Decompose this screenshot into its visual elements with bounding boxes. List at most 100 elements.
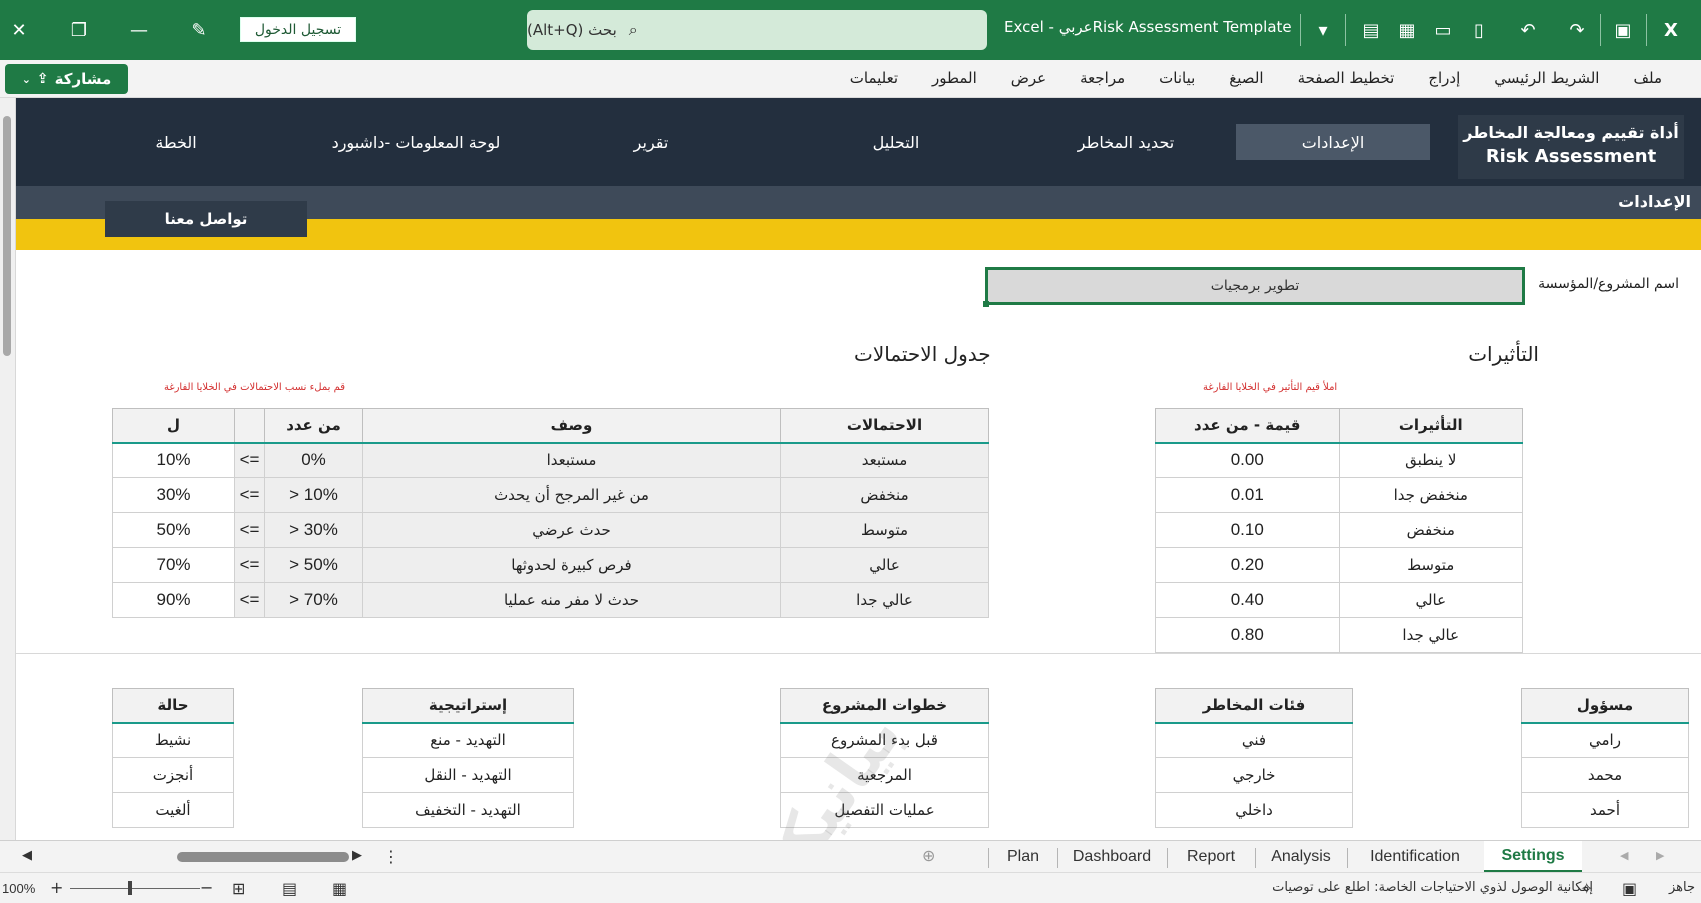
menu-item-view[interactable]: عرض [994, 69, 1063, 87]
menu-item-developer[interactable]: المطور [915, 69, 994, 87]
list-item[interactable]: ألغيت [112, 792, 234, 828]
prob-description: من غير المرجح أن يحدث [362, 477, 781, 513]
impact-level[interactable]: منخفض جدا [1338, 477, 1523, 513]
restore-icon[interactable]: ❐ [66, 17, 92, 43]
menu-item-insert[interactable]: إدراج [1411, 69, 1477, 87]
print-preview-icon[interactable]: ▤ [1358, 17, 1384, 43]
zoom-slider-knob[interactable] [128, 881, 132, 895]
list-item[interactable]: محمد [1521, 757, 1689, 793]
impact-value[interactable]: 0.20 [1155, 547, 1340, 583]
impact-value[interactable]: 0.00 [1155, 442, 1340, 478]
share-icon: ⇪ [36, 71, 49, 87]
redo-icon[interactable]: ↷ [1564, 17, 1590, 43]
open-file-icon[interactable]: ▭ [1430, 17, 1456, 43]
pen-icon[interactable]: ✎ [186, 17, 212, 43]
search-placeholder: بحث (Alt+Q) [527, 21, 617, 39]
project-name-cell[interactable]: تطوير برمجيات [983, 267, 1525, 307]
list-item[interactable]: أحمد [1521, 792, 1689, 828]
impact-level[interactable]: منخفض [1338, 512, 1523, 548]
nav-identification[interactable]: تحديد المخاطر [1026, 124, 1226, 160]
menu-item-data[interactable]: بيانات [1142, 69, 1212, 87]
list-item[interactable]: التهديد - النقل [362, 757, 574, 793]
list-item[interactable]: نشيط [112, 722, 234, 758]
impact-level[interactable]: عالي [1338, 582, 1523, 618]
table-row: التهديد - النقل [362, 757, 574, 793]
zoom-level[interactable]: 100% [2, 881, 35, 896]
table-row: محمد [1521, 757, 1689, 793]
impact-level[interactable]: متوسط [1338, 547, 1523, 583]
next-sheet-icon[interactable]: ▶ [1656, 849, 1664, 862]
strategy-list: إستراتيجية التهديد - منع التهديد - النقل… [362, 688, 574, 828]
accessibility-icon[interactable]: ✧ [1580, 879, 1593, 898]
tab-identification[interactable]: Identification [1348, 841, 1482, 873]
table-row: رامي [1521, 722, 1689, 758]
nav-plan[interactable]: الخطة [106, 124, 246, 160]
scroll-thumb[interactable] [3, 116, 11, 356]
page-break-view-icon[interactable]: ⊞ [232, 879, 245, 898]
list-item[interactable]: داخلي [1155, 792, 1353, 828]
prob-to[interactable]: 90% [112, 582, 235, 618]
prob-operator: <= [234, 477, 265, 513]
menu-item-formulas[interactable]: الصيغ [1212, 69, 1280, 87]
impact-value[interactable]: 0.10 [1155, 512, 1340, 548]
add-sheet-icon[interactable]: ⊕ [922, 846, 935, 865]
nav-analysis[interactable]: التحليل [796, 124, 996, 160]
prob-to[interactable]: 30% [112, 477, 235, 513]
nav-dashboard[interactable]: لوحة المعلومات -داشبورد [306, 124, 526, 160]
list-item[interactable]: التهديد - منع [362, 722, 574, 758]
impact-value[interactable]: 0.80 [1155, 617, 1340, 653]
prob-to[interactable]: 10% [112, 442, 235, 478]
page-layout-view-icon[interactable]: ▤ [282, 879, 297, 898]
list-item[interactable]: التهديد - التخفيف [362, 792, 574, 828]
horizontal-scroll-thumb[interactable] [177, 852, 349, 862]
accessibility-status[interactable]: إمكانية الوصول لذوي الاحتياجات الخاصة: ا… [1272, 880, 1593, 895]
list-item[interactable]: رامي [1521, 722, 1689, 758]
zoom-slider[interactable] [70, 888, 200, 889]
zoom-in-icon[interactable]: + [50, 878, 63, 897]
prev-sheet-icon[interactable]: ◀ [1620, 849, 1628, 862]
impact-level[interactable]: عالي جدا [1338, 617, 1523, 653]
tab-plan[interactable]: Plan [990, 841, 1056, 873]
scroll-left-icon[interactable]: ◀ [22, 848, 32, 863]
list-item[interactable]: فني [1155, 722, 1353, 758]
save-as-icon[interactable]: ▦ [1394, 17, 1420, 43]
prob-to[interactable]: 50% [112, 512, 235, 548]
nav-settings[interactable]: الإعدادات [1236, 124, 1430, 160]
scroll-right-icon[interactable]: ▶ [352, 848, 362, 863]
sign-in-button[interactable]: تسجيل الدخول [240, 17, 356, 42]
list-item[interactable]: أنجزت [112, 757, 234, 793]
search-input[interactable]: ⌕ بحث (Alt+Q) [527, 10, 987, 50]
macro-record-icon[interactable]: ▣ [1622, 879, 1637, 898]
impact-value[interactable]: 0.40 [1155, 582, 1340, 618]
menu-item-help[interactable]: تعليمات [833, 69, 915, 87]
vertical-scrollbar[interactable] [0, 98, 16, 840]
contact-button[interactable]: تواصل معنا [105, 201, 307, 237]
table-row: أحمد [1521, 792, 1689, 828]
menu-item-page-layout[interactable]: تخطيط الصفحة [1281, 69, 1412, 87]
menu-item-home[interactable]: الشريط الرئيسي [1477, 69, 1616, 87]
tab-analysis[interactable]: Analysis [1256, 841, 1346, 873]
dropdown-icon[interactable]: ▾ [1310, 17, 1336, 43]
list-item[interactable]: خارجي [1155, 757, 1353, 793]
nav-report[interactable]: تقرير [561, 124, 741, 160]
save-icon[interactable]: ▣ [1610, 17, 1636, 43]
prob-to[interactable]: 70% [112, 547, 235, 583]
menu-item-file[interactable]: ملف [1616, 69, 1679, 87]
more-icon[interactable]: ⋮ [383, 847, 399, 866]
close-icon[interactable]: ✕ [6, 17, 32, 43]
table-row: 0.01 منخفض جدا [1155, 477, 1523, 513]
tab-settings[interactable]: Settings [1484, 841, 1582, 873]
menu-item-review[interactable]: مراجعة [1063, 69, 1142, 87]
tab-report[interactable]: Report [1168, 841, 1254, 873]
zoom-out-icon[interactable]: − [200, 878, 213, 897]
new-file-icon[interactable]: ▯ [1466, 17, 1492, 43]
minimize-icon[interactable]: — [126, 17, 152, 43]
column-header: وصف [362, 408, 781, 444]
share-button[interactable]: مشاركة ⇪ ⌄ [5, 64, 128, 94]
normal-view-icon[interactable]: ▦ [332, 879, 347, 898]
undo-icon[interactable]: ↶ [1515, 17, 1541, 43]
impact-level[interactable]: لا ينطبق [1338, 442, 1523, 478]
tab-dashboard[interactable]: Dashboard [1058, 841, 1166, 873]
impact-value[interactable]: 0.01 [1155, 477, 1340, 513]
column-header: حالة [112, 688, 234, 724]
